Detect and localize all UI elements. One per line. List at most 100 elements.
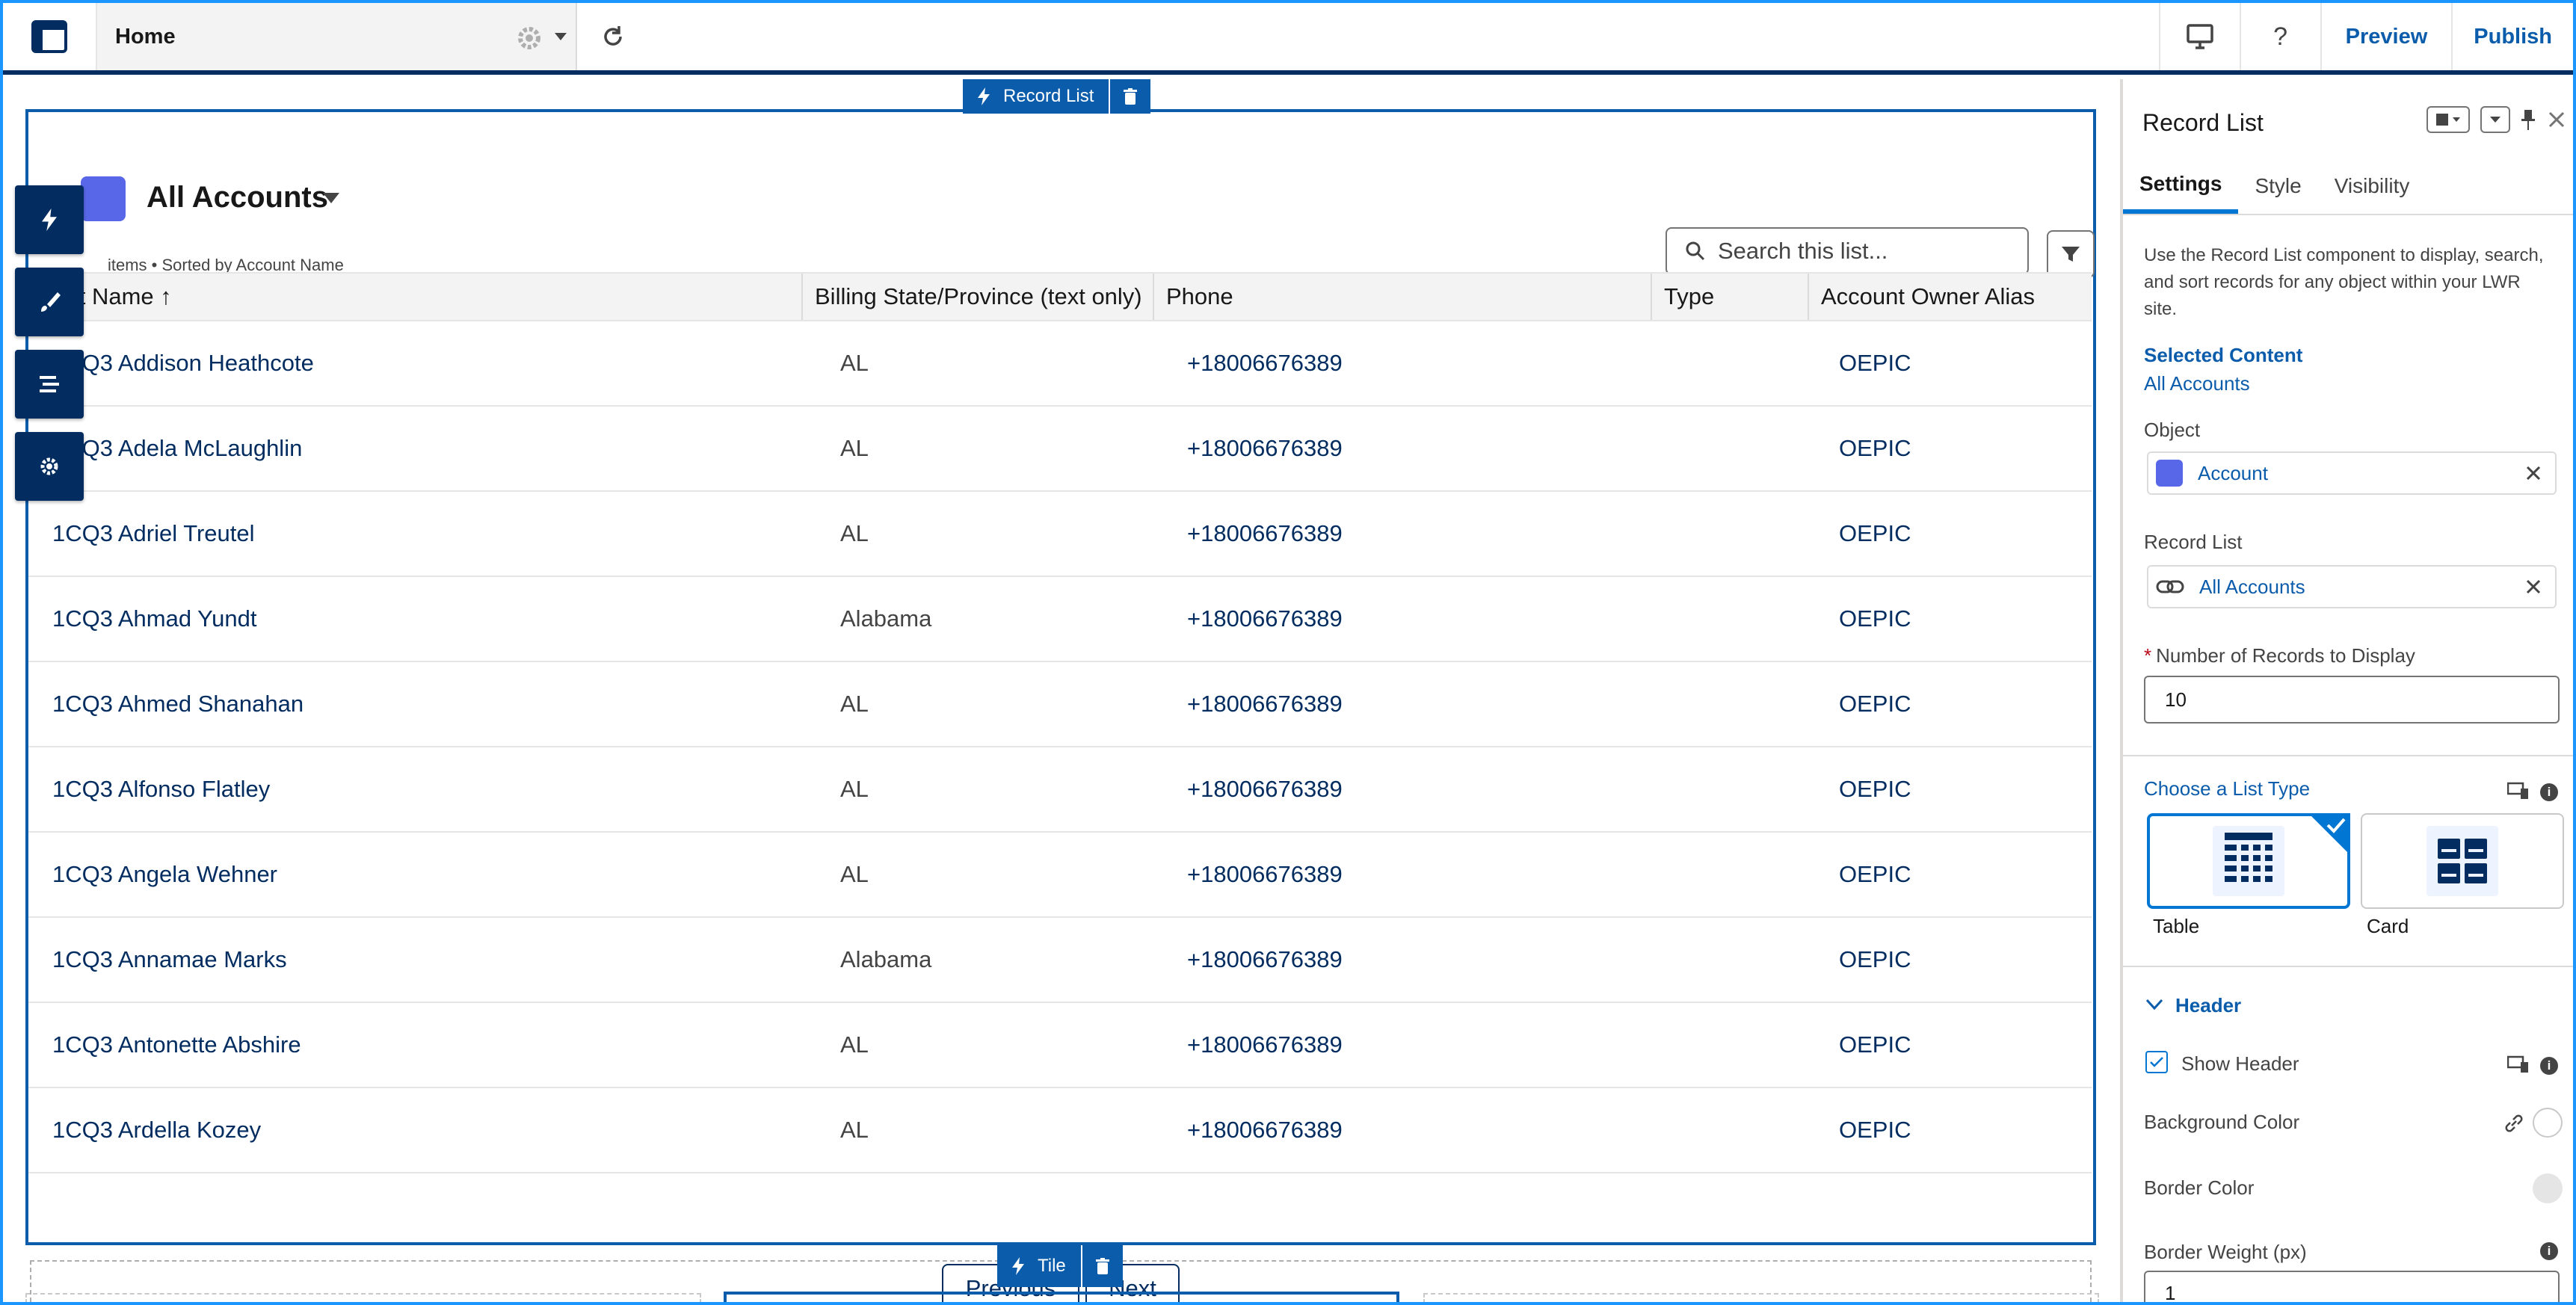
cell-billing-state: AL <box>840 350 869 376</box>
cell-account-name[interactable]: 1CQ3 Adriel Treutel <box>28 492 803 576</box>
cell-account-name[interactable]: 1CQ3 Annamae Marks <box>28 918 803 1002</box>
interactions-button[interactable] <box>15 185 84 254</box>
tab-visibility[interactable]: Visibility <box>2318 158 2426 214</box>
panel-menu-button[interactable] <box>2480 106 2510 133</box>
tab-settings[interactable]: Settings <box>2123 158 2239 214</box>
cell-phone[interactable]: +18006676389 <box>1154 1088 1652 1172</box>
tab-style[interactable]: Style <box>2238 158 2317 214</box>
column-header-owner-alias[interactable]: Account Owner Alias <box>1809 274 2092 320</box>
filter-button[interactable] <box>2047 230 2095 278</box>
cell-phone[interactable]: +18006676389 <box>1154 662 1652 746</box>
records-to-display-input[interactable]: 10 <box>2144 676 2560 724</box>
info-icon[interactable]: i <box>2540 783 2558 801</box>
cell-account-name[interactable]: 1CQ3 Alfonso Flatley <box>28 747 803 831</box>
cell-owner-alias[interactable]: OEPIC <box>1809 577 2092 661</box>
cell-owner-alias[interactable]: OEPIC <box>1809 918 2092 1002</box>
cell-account-name[interactable]: 1CQ3 Addison Heathcote <box>28 321 803 405</box>
list-view-title[interactable]: All Accounts <box>147 181 328 215</box>
chevron-down-icon[interactable] <box>555 33 567 40</box>
settings-button[interactable] <box>15 432 84 501</box>
search-input[interactable]: Search this list... <box>1666 227 2029 275</box>
table-row[interactable]: 1CQ3 Angela Wehner AL +18006676389 OEPIC <box>28 833 2092 918</box>
device-preview-button[interactable] <box>2160 3 2241 70</box>
cell-owner-alias[interactable]: OEPIC <box>1809 1003 2092 1087</box>
cell-account-name[interactable]: 1CQ3 Ahmad Yundt <box>28 577 803 661</box>
table-body: 1CQ3 Addison Heathcote AL +18006676389 OEPI… <box>28 321 2092 1173</box>
structure-button[interactable] <box>15 350 84 419</box>
column-header-billing-state[interactable]: Billing State/Province (text only) <box>803 274 1154 320</box>
cell-owner-alias[interactable]: OEPIC <box>1809 321 2092 405</box>
cell-account-name[interactable]: 1CQ3 Ahmed Shanahan <box>28 662 803 746</box>
page-selector[interactable]: Home <box>97 3 577 70</box>
column-header-phone[interactable]: Phone <box>1154 274 1652 320</box>
gear-icon[interactable] <box>514 23 544 53</box>
cell-type <box>1652 662 1809 746</box>
background-color-swatch[interactable] <box>2533 1108 2563 1138</box>
selected-content-value[interactable]: All Accounts <box>2144 372 2250 395</box>
delete-tile-button[interactable] <box>1080 1245 1123 1287</box>
table-row[interactable]: 1CQ3 Addison Heathcote AL +18006676389 OEPI… <box>28 321 2092 407</box>
tile-slot-selected[interactable] <box>724 1292 1399 1302</box>
cell-phone[interactable]: +18006676389 <box>1154 833 1652 916</box>
table-row[interactable]: 1CQ3 Antonette Abshire AL +18006676389 OEPI… <box>28 1003 2092 1088</box>
table-row[interactable]: 1CQ3 Adriel Treutel AL +18006676389 OEPIC <box>28 492 2092 577</box>
cell-owner-alias[interactable]: OEPIC <box>1809 747 2092 831</box>
show-header-checkbox[interactable] <box>2145 1051 2168 1073</box>
component-tag-record-list[interactable]: Record List <box>963 79 1151 114</box>
close-icon[interactable] <box>2525 579 2542 595</box>
tile-slot-left[interactable] <box>25 1293 701 1302</box>
cell-owner-alias[interactable]: OEPIC <box>1809 833 2092 916</box>
info-icon[interactable]: i <box>2540 1242 2558 1260</box>
cell-account-name[interactable]: 1CQ3 Angela Wehner <box>28 833 803 916</box>
cell-account-name[interactable]: 1CQ3 Ardella Kozey <box>28 1088 803 1172</box>
column-header-account-name[interactable]: ount Name ↑ <box>28 274 803 320</box>
chevron-down-icon[interactable] <box>323 193 339 203</box>
table-row[interactable]: 1CQ3 Adela McLaughlin AL +18006676389 OEPIC <box>28 407 2092 492</box>
cell-phone[interactable]: +18006676389 <box>1154 492 1652 576</box>
cell-phone[interactable]: +18006676389 <box>1154 747 1652 831</box>
list-type-table-option[interactable] <box>2147 813 2350 909</box>
table-row[interactable]: 1CQ3 Alfonso Flatley AL +18006676389 OEPIC <box>28 747 2092 833</box>
cell-phone[interactable]: +18006676389 <box>1154 918 1652 1002</box>
column-header-type[interactable]: Type <box>1652 274 1809 320</box>
record-list-field[interactable]: All Accounts <box>2147 565 2557 608</box>
cell-billing-state: AL <box>840 691 869 717</box>
tile-slot-right[interactable] <box>1423 1293 2099 1302</box>
cell-phone[interactable]: +18006676389 <box>1154 577 1652 661</box>
refresh-button[interactable] <box>577 3 649 70</box>
close-icon[interactable] <box>2525 465 2542 481</box>
variant-selector-button[interactable] <box>2426 106 2470 133</box>
cell-phone[interactable]: +18006676389 <box>1154 1003 1652 1087</box>
header-section-title[interactable]: Header <box>2175 994 2241 1017</box>
table-row[interactable]: 1CQ3 Ahmed Shanahan AL +18006676389 OEPIC <box>28 662 2092 747</box>
chevron-down-icon[interactable] <box>2145 999 2163 1011</box>
border-color-swatch[interactable] <box>2533 1173 2563 1203</box>
cell-account-name[interactable]: 1CQ3 Antonette Abshire <box>28 1003 803 1087</box>
preview-button[interactable]: Preview <box>2322 3 2453 70</box>
link-icon[interactable] <box>2503 1112 2525 1135</box>
info-icon[interactable]: i <box>2540 1057 2558 1075</box>
cell-owner-alias[interactable]: OEPIC <box>1809 662 2092 746</box>
border-weight-input[interactable]: 1 <box>2144 1271 2560 1302</box>
table-row[interactable]: 1CQ3 Ahmad Yundt Alabama +18006676389 OEPIC <box>28 577 2092 662</box>
cell-owner-alias[interactable]: OEPIC <box>1809 492 2092 576</box>
cell-account-name[interactable]: 1CQ3 Adela McLaughlin <box>28 407 803 490</box>
table-row[interactable]: 1CQ3 Annamae Marks Alabama +18006676389 OEP… <box>28 918 2092 1003</box>
close-icon[interactable] <box>2548 111 2566 129</box>
pin-icon[interactable] <box>2521 108 2536 131</box>
cell-phone[interactable]: +18006676389 <box>1154 321 1652 405</box>
cell-phone[interactable]: +18006676389 <box>1154 407 1652 490</box>
list-type-card-option[interactable] <box>2361 813 2564 909</box>
cell-billing-state: AL <box>840 776 869 802</box>
object-field[interactable]: Account <box>2147 451 2557 495</box>
component-tag-tile[interactable]: Tile <box>997 1245 1123 1287</box>
cell-owner-alias[interactable]: OEPIC <box>1809 407 2092 490</box>
help-button[interactable]: ? <box>2241 3 2322 70</box>
delete-component-button[interactable] <box>1109 79 1150 114</box>
table-row[interactable]: 1CQ3 Ardella Kozey AL +18006676389 OEPIC <box>28 1088 2092 1173</box>
publish-button[interactable]: Publish <box>2453 3 2573 70</box>
style-button[interactable] <box>15 268 84 336</box>
cell-owner-alias[interactable]: OEPIC <box>1809 1088 2092 1172</box>
app-launcher-button[interactable] <box>3 3 97 70</box>
object-label: Object <box>2144 419 2201 441</box>
